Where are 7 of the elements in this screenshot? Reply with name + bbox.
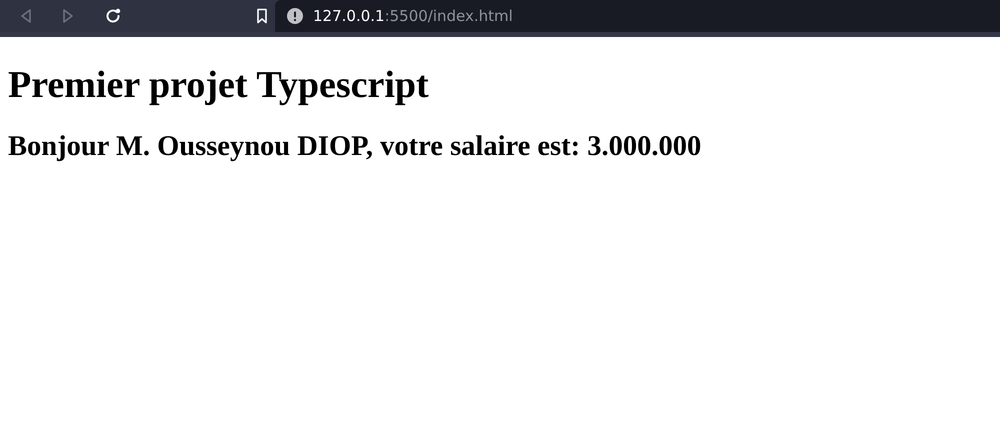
address-bar[interactable]: 127.0.0.1:5500/index.html: [275, 0, 1000, 32]
bookmark-button[interactable]: [256, 8, 268, 24]
reload-button[interactable]: [104, 7, 122, 25]
url-text: 127.0.0.1:5500/index.html: [313, 7, 513, 25]
greeting-text: Bonjour M. Ousseynou DIOP, votre salaire est: 3.000.000: [8, 131, 702, 163]
page-heading: Premier projet Typescript: [8, 63, 430, 107]
info-icon: [287, 8, 303, 24]
